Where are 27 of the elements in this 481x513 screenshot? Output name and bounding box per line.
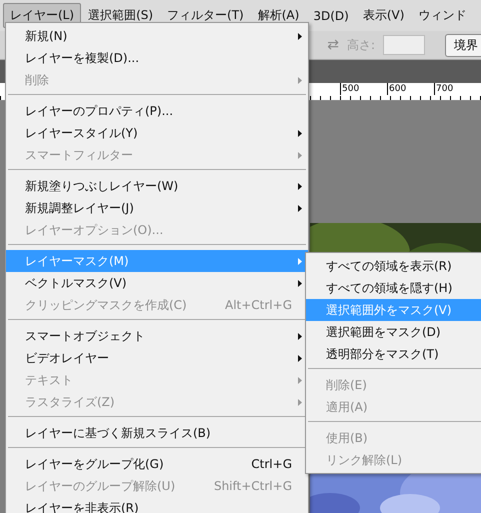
menu-bar-item[interactable]: フィルター(T) [160, 3, 251, 28]
menu-item[interactable]: すべての領域を隠す(H) [306, 277, 481, 299]
shortcut-label: Ctrl+G [251, 457, 292, 471]
refine-edge-button[interactable]: 境界 [445, 34, 481, 56]
height-field[interactable] [383, 35, 425, 55]
menu-bar-item[interactable]: 3D(D) [306, 4, 356, 26]
menu-item[interactable]: ビデオレイヤー [6, 347, 308, 369]
shortcut-label: Shift+Ctrl+G [214, 479, 292, 493]
menu-item[interactable]: レイヤーに基づく新規スライス(B) [6, 422, 308, 444]
menu-item[interactable]: スマートオブジェクト [6, 325, 308, 347]
menu-item[interactable]: 選択範囲をマスク(D) [306, 321, 481, 343]
menu-item[interactable]: レイヤーをグループ化(G) Ctrl+G [6, 453, 308, 475]
menu-item[interactable]: すべての領域を表示(R) [306, 255, 481, 277]
menu-bar-item[interactable]: ウィンド [411, 3, 474, 28]
menu-item[interactable]: 新規(N) [6, 25, 308, 47]
menu-item[interactable]: 透明部分をマスク(T) [306, 343, 481, 365]
shortcut-label: Alt+Ctrl+G [224, 298, 292, 312]
menu-bar-item[interactable]: 表示(V) [356, 3, 412, 28]
menu-item[interactable]: 新規塗りつぶしレイヤー(W) [6, 175, 308, 197]
menu-bar-item[interactable]: 解析(A) [250, 3, 306, 28]
menu-item[interactable]: ベクトルマスク(V) [6, 272, 308, 294]
menu-item[interactable]: レイヤースタイル(Y) [6, 122, 308, 144]
menu-bar-item[interactable]: 選択範囲(S) [81, 3, 160, 28]
menu-item[interactable]: レイヤーを複製(D)... [6, 47, 308, 69]
height-label: 高さ: [346, 36, 375, 54]
menu-item[interactable]: レイヤーのプロパティ(P)... [6, 100, 308, 122]
menu-item[interactable]: 新規調整レイヤー(J) [6, 197, 308, 219]
